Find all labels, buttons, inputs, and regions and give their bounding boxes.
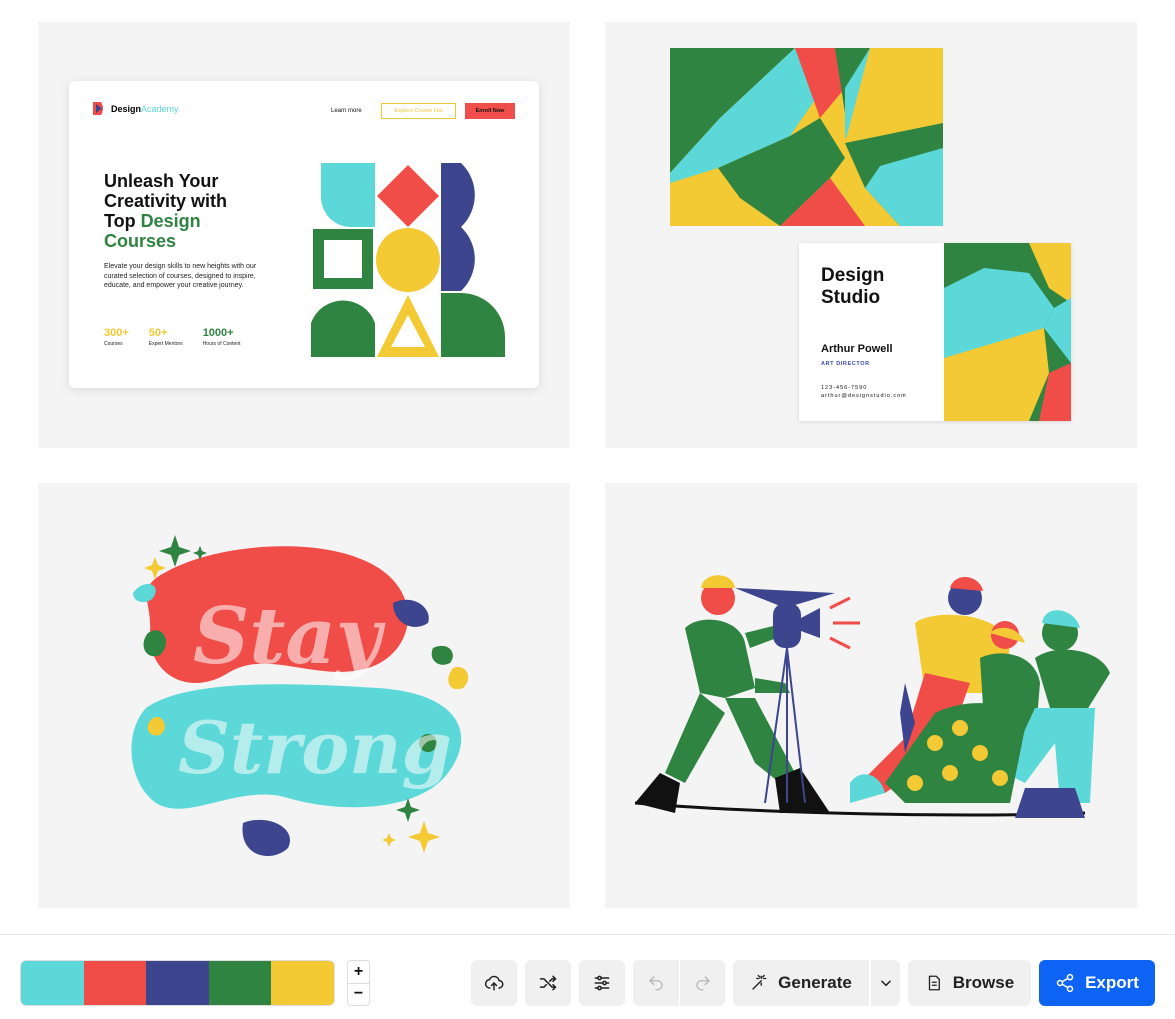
color-palette — [20, 960, 335, 1006]
stat-item: 50+ Expert Mentors — [149, 327, 183, 347]
landing-stats: 300+ Courses 50+ Expert Mentors 1000+ Hours… — [104, 327, 241, 347]
card-role: ART DIRECTOR — [821, 361, 870, 367]
stay-strong-lettering-art: Stay Strong — [131, 535, 469, 856]
adjust-button[interactable] — [579, 960, 625, 1006]
document-icon — [928, 975, 940, 991]
heading-accent: Courses — [104, 231, 177, 251]
shuffle-button[interactable] — [525, 960, 571, 1006]
bottom-toolbar: + − Generate Browse Export — [0, 934, 1175, 1019]
heading-accent: Design — [140, 211, 201, 231]
generate-label: Generate — [778, 973, 852, 992]
palette-swatch-3[interactable] — [146, 961, 209, 1005]
magic-wand-icon — [752, 974, 767, 990]
heading-line: Unleash Your — [104, 171, 219, 191]
stat-value: 300+ — [104, 327, 129, 339]
sliders-icon — [594, 975, 610, 991]
browse-button[interactable]: Browse — [908, 960, 1031, 1006]
geometric-shapes-illustration — [311, 163, 505, 357]
card-name: Arthur Powell — [821, 343, 893, 355]
stat-value: 50+ — [148, 327, 168, 339]
business-card-front: Design Studio Arthur Powell ART DIRECTOR… — [799, 243, 1071, 421]
stat-value: 1000+ — [202, 327, 234, 339]
brand-accent: Academy — [141, 103, 179, 114]
card-email: arthur@designstudio.com — [821, 393, 907, 399]
landing-page-mockup: DesignAcademy Learn more Explore Course … — [69, 81, 539, 388]
upload-cloud-icon — [484, 975, 504, 991]
svg-text:Stay: Stay — [193, 591, 386, 682]
undo-icon — [649, 976, 663, 991]
preview-card-illustration[interactable] — [605, 483, 1137, 908]
stat-label: Hours of Content — [202, 341, 241, 347]
card-contact: 123-456-7590 arthur@designstudio.com — [821, 384, 907, 400]
preview-card-landing-page[interactable]: DesignAcademy Learn more Explore Course … — [38, 22, 570, 448]
palette-swatch-4[interactable] — [208, 961, 272, 1005]
undo-button[interactable] — [633, 960, 679, 1006]
browse-label: Browse — [952, 973, 1015, 992]
zoom-out-button[interactable]: − — [348, 982, 369, 1006]
palette-swatch-2[interactable] — [83, 961, 147, 1005]
redo-button[interactable] — [680, 960, 725, 1006]
svg-text:Strong: Strong — [178, 705, 452, 790]
stat-item: 300+ Courses — [104, 327, 129, 347]
landing-logo: DesignAcademy — [93, 102, 179, 115]
palette-swatch-1[interactable] — [21, 961, 84, 1005]
export-button[interactable]: Export — [1039, 960, 1155, 1006]
heading-line: Creativity with — [104, 191, 228, 211]
redo-icon — [695, 976, 710, 991]
chevron-down-icon — [880, 980, 891, 987]
palette-swatch-5[interactable] — [271, 961, 334, 1005]
business-card-back-art — [670, 48, 943, 226]
logo-mark-icon — [93, 102, 103, 115]
brand-prefix: Design — [111, 103, 142, 114]
zoom-in-button[interactable]: + — [348, 961, 369, 983]
business-card-front-art — [944, 243, 1071, 421]
explore-course-button: Explore Course List — [381, 103, 456, 119]
share-icon — [1056, 973, 1074, 993]
landing-description: Elevate your design skills to new height… — [104, 263, 257, 289]
stat-item: 1000+ Hours of Content — [203, 327, 241, 347]
stat-label: Expert Mentors — [148, 341, 183, 347]
stat-label: Courses — [104, 341, 123, 347]
zoom-control: + − — [347, 960, 370, 1006]
preview-card-lettering[interactable]: Stay Strong — [38, 483, 570, 908]
export-label: Export — [1085, 973, 1139, 992]
card-phone: 123-456-7590 — [821, 385, 868, 391]
preview-card-business-card[interactable]: Design Studio Arthur Powell ART DIRECTOR… — [605, 22, 1137, 448]
people-illustration-art — [634, 575, 1110, 818]
landing-heading: Unleash Your Creativity with Top Design … — [104, 171, 294, 251]
heading-line: Top — [104, 211, 141, 231]
shuffle-icon — [539, 975, 557, 991]
learn-more-link: Learn more — [331, 108, 362, 114]
generate-options-button[interactable] — [871, 960, 900, 1006]
upload-button[interactable] — [471, 960, 517, 1006]
enroll-now-button: Enroll Now — [465, 103, 515, 119]
generate-button[interactable]: Generate — [733, 960, 869, 1006]
card-title: Design Studio — [821, 265, 885, 308]
